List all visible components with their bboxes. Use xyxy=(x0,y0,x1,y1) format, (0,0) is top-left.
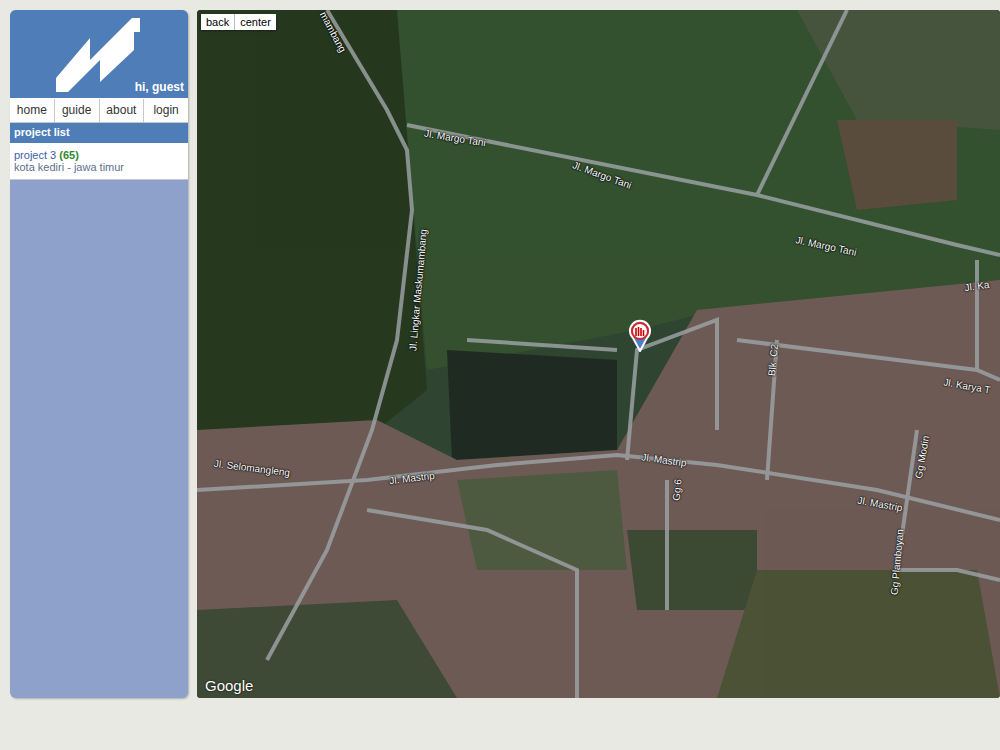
nav-link[interactable]: about xyxy=(100,99,145,122)
section-title: project list xyxy=(10,123,188,143)
project-location: kota kediri - jawa timur xyxy=(14,161,184,173)
back-button[interactable]: back xyxy=(201,14,235,30)
project-list: project 3 (65)kota kediri - jawa timur xyxy=(10,143,188,180)
map-pin-icon[interactable] xyxy=(625,318,655,352)
map[interactable]: mambangJl. Margo TaniJl. Margo TaniJl. M… xyxy=(197,10,1000,698)
project-item[interactable]: project 3 (65)kota kediri - jawa timur xyxy=(14,149,184,173)
nav-link[interactable]: login xyxy=(144,99,188,122)
sidebar: hi, guest homeguideaboutlogin project li… xyxy=(10,10,188,698)
nav-bar: homeguideaboutlogin xyxy=(10,98,188,123)
satellite-image xyxy=(197,10,1000,698)
logo-icon xyxy=(54,16,142,92)
map-attribution: Google xyxy=(205,677,253,694)
project-title[interactable]: project 3 xyxy=(14,149,56,161)
center-button[interactable]: center xyxy=(235,14,276,30)
street-label: Gg 6 xyxy=(671,479,684,502)
nav-link[interactable]: guide xyxy=(55,99,100,122)
sidebar-header: hi, guest xyxy=(10,10,188,98)
map-controls: backcenter xyxy=(201,14,276,30)
greeting: hi, guest xyxy=(135,80,184,94)
nav-link[interactable]: home xyxy=(10,99,55,122)
project-name[interactable]: project 3 (65) xyxy=(14,149,184,161)
project-count: (65) xyxy=(59,149,79,161)
